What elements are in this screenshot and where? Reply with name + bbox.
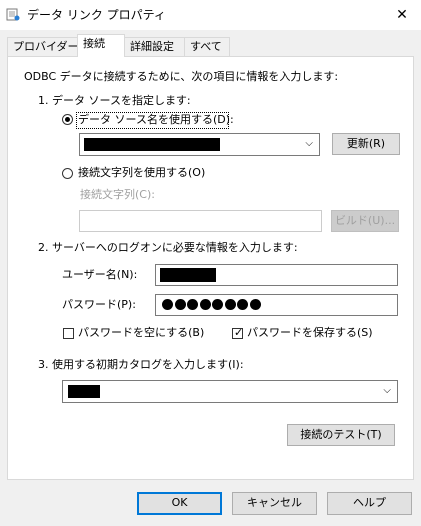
password-dot — [187, 299, 198, 310]
use-connstr-radio[interactable] — [62, 168, 73, 179]
tab-connection[interactable]: 接続 — [77, 34, 125, 57]
checkmark-icon: ✓ — [234, 326, 244, 339]
password-dot — [174, 299, 186, 310]
intro-text: ODBC データに接続するために、次の項目に情報を入力します: — [24, 70, 339, 83]
password-dot — [237, 299, 248, 310]
save-password-label[interactable]: パスワードを保存する(S) — [247, 326, 373, 340]
password-dot — [249, 299, 261, 310]
password-dot — [212, 299, 223, 310]
build-button[interactable]: ビルド(U)... — [331, 210, 399, 232]
use-connstr-label[interactable]: 接続文字列を使用する(O) — [78, 166, 205, 180]
catalog-combo[interactable]: ⌵ — [62, 380, 398, 403]
redacted-value — [160, 268, 216, 282]
test-connection-button[interactable]: 接続のテスト(T) — [287, 424, 395, 446]
ok-button[interactable]: OK — [137, 492, 222, 515]
tab-all[interactable]: すべて — [184, 37, 230, 57]
password-dot — [162, 299, 173, 310]
blank-password-label[interactable]: パスワードを空にする(B) — [78, 326, 204, 340]
redacted-value — [68, 385, 100, 398]
window-title: データ リンク プロパティ — [27, 8, 166, 22]
close-icon: ✕ — [396, 7, 408, 23]
chevron-down-icon: ⌵ — [383, 385, 391, 396]
cancel-button[interactable]: キャンセル — [232, 492, 317, 515]
password-label: パスワード(P): — [62, 298, 136, 311]
blank-password-checkbox[interactable] — [63, 328, 74, 339]
step3-heading: 3. 使用する初期カタログを入力します(I): — [38, 358, 244, 371]
data-link-icon — [6, 8, 20, 21]
tab-advanced[interactable]: 詳細設定 — [124, 37, 185, 57]
help-button[interactable]: ヘルプ — [327, 492, 412, 515]
connstr-label: 接続文字列(C): — [80, 188, 155, 201]
save-password-checkbox[interactable]: ✓ — [232, 326, 244, 339]
password-field[interactable] — [155, 294, 398, 316]
dsn-combo[interactable]: ⌵ — [79, 133, 320, 156]
close-button[interactable]: ✕ — [390, 4, 414, 26]
refresh-button[interactable]: 更新(R) — [332, 133, 400, 155]
password-dot — [224, 299, 236, 310]
username-field[interactable] — [155, 264, 398, 286]
use-dsn-label[interactable]: データ ソース名を使用する(D): — [78, 113, 234, 127]
connstr-field[interactable] — [79, 210, 322, 232]
chevron-down-icon: ⌵ — [305, 138, 313, 149]
password-dot — [199, 299, 211, 310]
redacted-value — [84, 138, 220, 151]
use-dsn-radio[interactable] — [62, 114, 73, 125]
username-label: ユーザー名(N): — [62, 268, 138, 281]
tab-provider[interactable]: プロバイダー — [7, 37, 79, 57]
step1-heading: 1. データ ソースを指定します: — [38, 94, 191, 107]
step2-heading: 2. サーバーへのログオンに必要な情報を入力します: — [38, 241, 298, 254]
